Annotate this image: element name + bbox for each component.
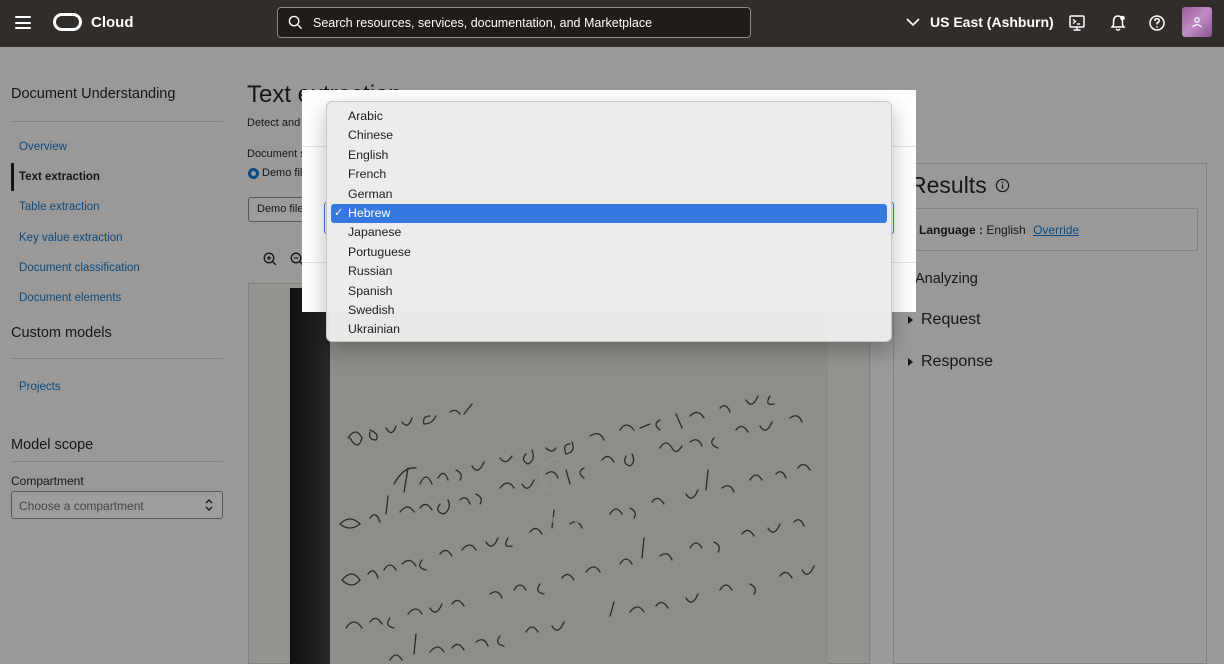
notifications-bell-icon[interactable] bbox=[1109, 14, 1127, 32]
search-input[interactable] bbox=[313, 15, 750, 30]
language-option-ukrainian[interactable]: Ukrainian bbox=[331, 320, 887, 339]
language-option-spanish[interactable]: Spanish bbox=[331, 282, 887, 301]
help-icon[interactable] bbox=[1148, 14, 1166, 32]
language-option-arabic[interactable]: Arabic bbox=[331, 107, 887, 126]
language-option-japanese[interactable]: Japanese bbox=[331, 223, 887, 242]
language-option-english[interactable]: English bbox=[331, 146, 887, 165]
region-selector[interactable]: US East (Ashburn) bbox=[906, 14, 1054, 30]
user-avatar[interactable] bbox=[1182, 7, 1212, 37]
hamburger-menu-icon[interactable] bbox=[15, 16, 31, 29]
language-option-chinese[interactable]: Chinese bbox=[331, 126, 887, 145]
checkmark-icon: ✓ bbox=[334, 206, 344, 219]
cloud-shell-icon[interactable] bbox=[1068, 14, 1086, 32]
language-option-french[interactable]: French bbox=[331, 165, 887, 184]
oracle-logo-icon bbox=[53, 13, 82, 31]
cloud-logo[interactable]: Cloud bbox=[53, 13, 134, 31]
language-option-portuguese[interactable]: Portuguese bbox=[331, 243, 887, 262]
language-dropdown-menu: Arabic Chinese English French German ✓ H… bbox=[326, 101, 892, 342]
user-icon bbox=[1192, 17, 1202, 28]
search-bar[interactable] bbox=[277, 7, 751, 38]
top-bar: Cloud US East (Ashburn) bbox=[0, 0, 1224, 47]
language-option-label: Hebrew bbox=[348, 205, 391, 220]
language-option-swedish[interactable]: Swedish bbox=[331, 301, 887, 320]
region-label: US East (Ashburn) bbox=[930, 14, 1054, 30]
logo-text: Cloud bbox=[91, 13, 134, 31]
language-option-german[interactable]: German bbox=[331, 185, 887, 204]
language-option-hebrew[interactable]: ✓ Hebrew bbox=[331, 203, 887, 224]
chevron-down-icon bbox=[906, 17, 920, 26]
search-icon bbox=[288, 15, 303, 30]
language-option-russian[interactable]: Russian bbox=[331, 262, 887, 281]
